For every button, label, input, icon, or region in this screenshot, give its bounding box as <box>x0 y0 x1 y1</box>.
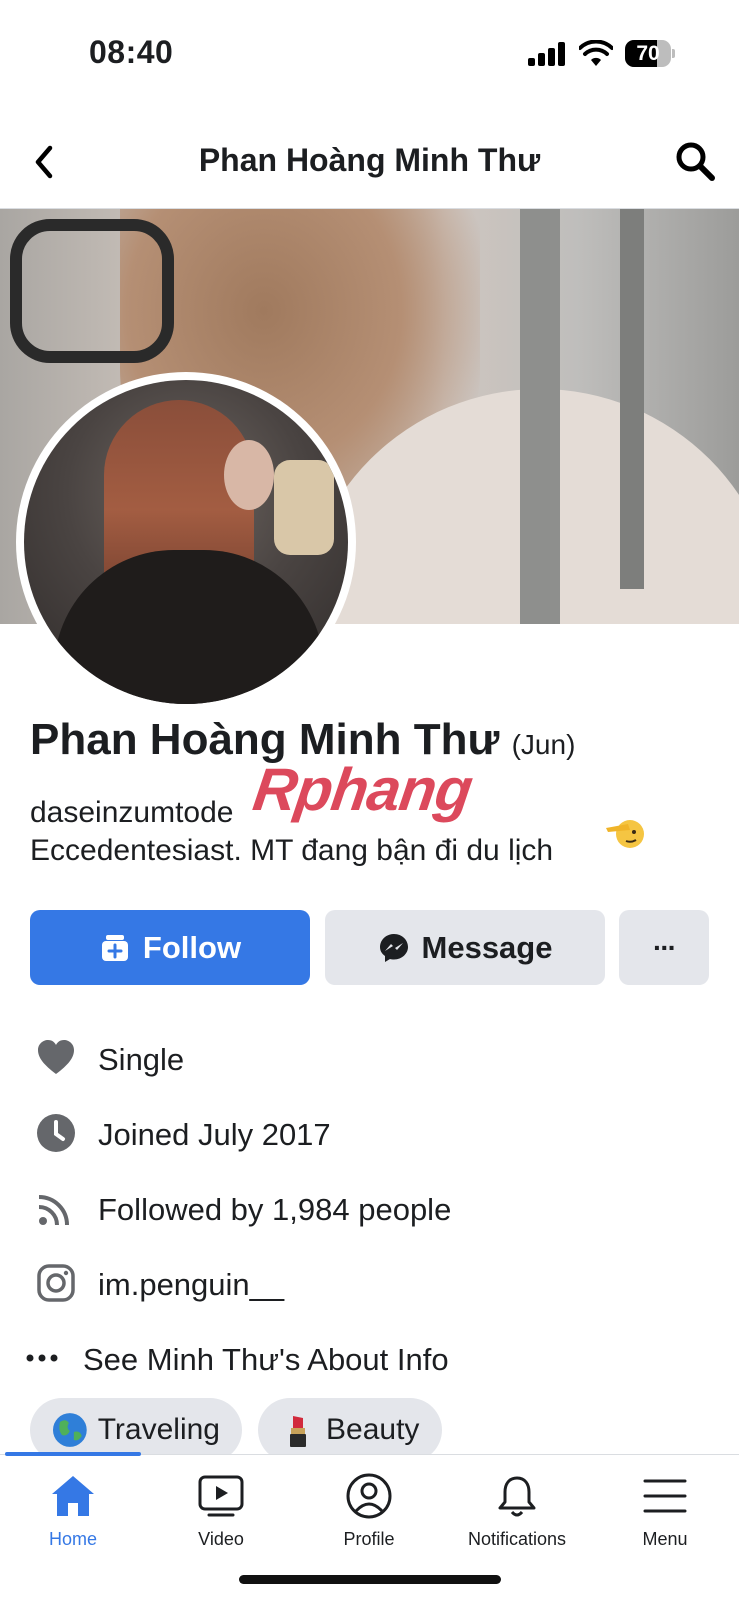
nav-label: Menu <box>642 1529 688 1549</box>
bio-line-1: daseinzumtode <box>30 796 234 829</box>
nav-label: Video <box>198 1529 244 1549</box>
relationship-status: Single <box>98 1042 185 1077</box>
message-label: Message <box>421 929 553 965</box>
status-bar: 08:40 70 <box>0 0 739 100</box>
see-about-info-link[interactable]: See Minh Thư's About Info <box>0 1328 739 1388</box>
globe-emoji <box>52 1413 87 1447</box>
rss-icon <box>38 1195 69 1226</box>
menu-icon <box>643 1479 687 1513</box>
follow-icon <box>101 934 128 961</box>
heart-icon <box>38 1040 74 1074</box>
profile-nickname: (Jun) <box>511 729 576 760</box>
hobby-chip-beauty[interactable]: Beauty <box>258 1398 442 1462</box>
nav-label: Profile <box>343 1529 395 1549</box>
more-dots-icon: ··· <box>653 931 677 963</box>
info-row-instagram[interactable]: im.penguin__ <box>0 1253 739 1313</box>
nav-active-indicator <box>5 1452 141 1456</box>
nav-notifications[interactable]: Notifications <box>447 1473 587 1573</box>
saluting-face-emoji <box>606 820 644 848</box>
nav-menu[interactable]: Menu <box>595 1473 735 1573</box>
home-indicator <box>239 1575 501 1584</box>
nav-label: Home <box>48 1529 97 1549</box>
chip-label: Traveling <box>97 1413 220 1446</box>
info-row-followers[interactable]: Followed by 1,984 people <box>0 1178 739 1238</box>
avatar[interactable] <box>16 372 356 712</box>
profile-header: Phan Hoàng Minh Thư <box>0 120 739 209</box>
chevron-left-icon[interactable] <box>30 142 60 182</box>
bell-icon <box>498 1476 536 1517</box>
more-dots-icon <box>26 1354 58 1362</box>
info-row-relationship: Single <box>0 1028 739 1088</box>
nav-profile[interactable]: Profile <box>299 1473 439 1573</box>
follow-label: Follow <box>142 929 242 965</box>
profile-icon <box>346 1473 392 1519</box>
cellular-signal-icon <box>528 42 568 66</box>
watermark: Rphang <box>249 755 476 824</box>
more-options-button[interactable]: ··· <box>619 910 709 985</box>
clock-icon <box>37 1114 75 1152</box>
wifi-icon <box>579 40 613 66</box>
instagram-icon <box>37 1264 75 1302</box>
instagram-handle: im.penguin__ <box>98 1267 285 1302</box>
joined-date: Joined July 2017 <box>98 1117 331 1152</box>
page-title: Phan Hoàng Minh Thư <box>198 142 541 178</box>
watermark-text: Rphang <box>249 756 477 823</box>
follower-count: Followed by 1,984 people <box>98 1192 452 1227</box>
message-button[interactable]: Message <box>325 910 605 985</box>
about-info-label: See Minh Thư's About Info <box>83 1342 449 1377</box>
bio-line-2: Eccedentesiast. MT đang bận đi du lịch <box>30 834 554 867</box>
status-time: 08:40 <box>89 34 174 70</box>
battery-level: 70 <box>636 42 660 65</box>
search-icon[interactable] <box>674 140 716 182</box>
nav-label: Notifications <box>467 1529 567 1549</box>
follow-button[interactable]: Follow <box>30 910 310 985</box>
video-icon <box>198 1475 244 1517</box>
battery-icon: 70 <box>625 40 675 67</box>
home-icon <box>52 1476 94 1516</box>
chip-label: Beauty <box>326 1413 420 1446</box>
nav-video[interactable]: Video <box>151 1473 291 1573</box>
nav-home[interactable]: Home <box>3 1473 143 1573</box>
lipstick-emoji <box>290 1416 306 1447</box>
info-row-joined: Joined July 2017 <box>0 1103 739 1163</box>
messenger-icon <box>379 933 408 962</box>
